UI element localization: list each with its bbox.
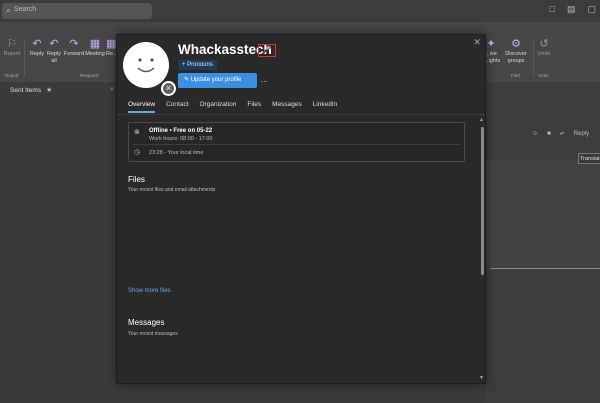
folder-pane bbox=[0, 82, 118, 403]
window-icon[interactable]: ▢ bbox=[587, 4, 596, 15]
group-label: Find bbox=[511, 73, 520, 78]
forward-button[interactable]: ↷ Forward bbox=[63, 38, 85, 58]
undo-icon: ↺ bbox=[539, 38, 549, 50]
close-icon[interactable]: ✕ bbox=[473, 37, 481, 48]
insights-icon: ✦ bbox=[486, 38, 496, 50]
reply-icon[interactable]: ↶ bbox=[560, 131, 565, 138]
scroll-up-icon[interactable]: ▲ bbox=[479, 117, 484, 123]
tab-linkedin[interactable]: LinkedIn bbox=[313, 101, 338, 108]
divider bbox=[117, 114, 485, 115]
reply-all-icon: ↶ bbox=[49, 38, 59, 50]
smiley-icon bbox=[137, 58, 155, 73]
teams-icon[interactable]: ■ bbox=[547, 131, 551, 138]
messages-subtitle: Your recent messages bbox=[128, 331, 178, 337]
more-options-button[interactable]: ... bbox=[261, 75, 268, 84]
search-icon[interactable]: ⌕ bbox=[110, 86, 114, 94]
profile-card: ✕ × Whackasstech 🎤 + Pronouns ✎ Update y… bbox=[116, 34, 486, 384]
discover-groups-button[interactable]: ⚙ Discover groups bbox=[502, 38, 530, 65]
reading-actions: ☺ ■ ↶ Reply bbox=[532, 131, 589, 138]
groups-icon: ⚙ bbox=[511, 38, 521, 50]
group-label: Respond bbox=[80, 73, 99, 78]
group-label: Undo bbox=[538, 73, 549, 78]
pronunciation-mic-icon[interactable]: 🎤 bbox=[258, 44, 276, 57]
availability-card: ⊗ Offline • Free on 05-22 Work hours: 08… bbox=[128, 122, 465, 162]
clock-icon: ◷ bbox=[134, 149, 141, 156]
search-icon: ⌕ bbox=[6, 5, 12, 15]
update-profile-button[interactable]: ✎ Update your profile bbox=[178, 73, 257, 88]
tab-files[interactable]: Files bbox=[247, 101, 261, 108]
top-icons: □ ▤ ▢ bbox=[550, 4, 596, 15]
avatar: × bbox=[123, 42, 176, 96]
more-respond-button[interactable]: ▦ Re... bbox=[106, 38, 118, 58]
work-hours: Work hours: 08:00 - 17:00 bbox=[149, 136, 213, 142]
update-profile-label: Update your profile bbox=[190, 77, 242, 83]
meeting-button[interactable]: ▦ Meeting bbox=[85, 38, 105, 58]
translate-button[interactable]: Translat bbox=[578, 153, 600, 164]
reply-all-button[interactable]: ↶ Reply all bbox=[46, 38, 62, 65]
divider bbox=[133, 144, 461, 145]
divider bbox=[490, 268, 600, 269]
divider bbox=[533, 40, 534, 76]
group-label: Report bbox=[5, 73, 19, 78]
show-more-files-link[interactable]: Show more files bbox=[128, 288, 171, 294]
search-box[interactable]: ⌕ Search bbox=[2, 3, 152, 19]
pronouns-button[interactable]: + Pronouns bbox=[178, 60, 217, 70]
meeting-icon: ▦ bbox=[89, 38, 101, 50]
forward-icon: ↷ bbox=[69, 38, 79, 50]
messages-heading: Messages bbox=[128, 318, 165, 327]
local-time: 23:28 - Your local time bbox=[149, 150, 204, 156]
scroll-down-icon[interactable]: ▼ bbox=[479, 375, 484, 381]
reply-label[interactable]: Reply bbox=[574, 131, 589, 138]
offline-status-icon: ⊗ bbox=[134, 129, 140, 136]
divider bbox=[24, 40, 25, 76]
search-placeholder: Search bbox=[14, 6, 37, 13]
calendar-icon[interactable]: ▤ bbox=[567, 4, 576, 15]
chat-icon[interactable]: □ bbox=[550, 4, 555, 15]
react-icon[interactable]: ☺ bbox=[532, 131, 538, 138]
folder-label[interactable]: Sent Items bbox=[10, 87, 41, 94]
status-title: Offline • Free on 05-22 bbox=[149, 128, 213, 134]
report-icon: ⚐ bbox=[7, 38, 17, 50]
tab-messages[interactable]: Messages bbox=[272, 101, 302, 108]
scrollbar-thumb[interactable] bbox=[481, 127, 484, 275]
tab-contact[interactable]: Contact bbox=[166, 101, 188, 108]
reading-body bbox=[486, 160, 600, 270]
undo-button[interactable]: ↺ Undo bbox=[536, 38, 552, 58]
reply-icon: ↶ bbox=[32, 38, 42, 50]
reply-button[interactable]: ↶ Reply bbox=[28, 38, 46, 58]
insights-button[interactable]: ✦ ...ive ...ights bbox=[484, 38, 500, 65]
files-subtitle: Your recent files and email attachments bbox=[128, 187, 216, 193]
presence-offline-icon: × bbox=[161, 81, 176, 96]
star-icon[interactable]: ★ bbox=[46, 86, 52, 94]
tab-organization[interactable]: Organization bbox=[200, 101, 237, 108]
files-heading: Files bbox=[128, 175, 145, 184]
report-button[interactable]: ⚐ Report bbox=[3, 38, 21, 58]
edit-icon: ✎ bbox=[184, 77, 190, 83]
more-icon: ▦ bbox=[106, 38, 117, 50]
profile-tabs: Overview Contact Organization Files Mess… bbox=[128, 101, 348, 113]
tab-overview[interactable]: Overview bbox=[128, 101, 156, 113]
